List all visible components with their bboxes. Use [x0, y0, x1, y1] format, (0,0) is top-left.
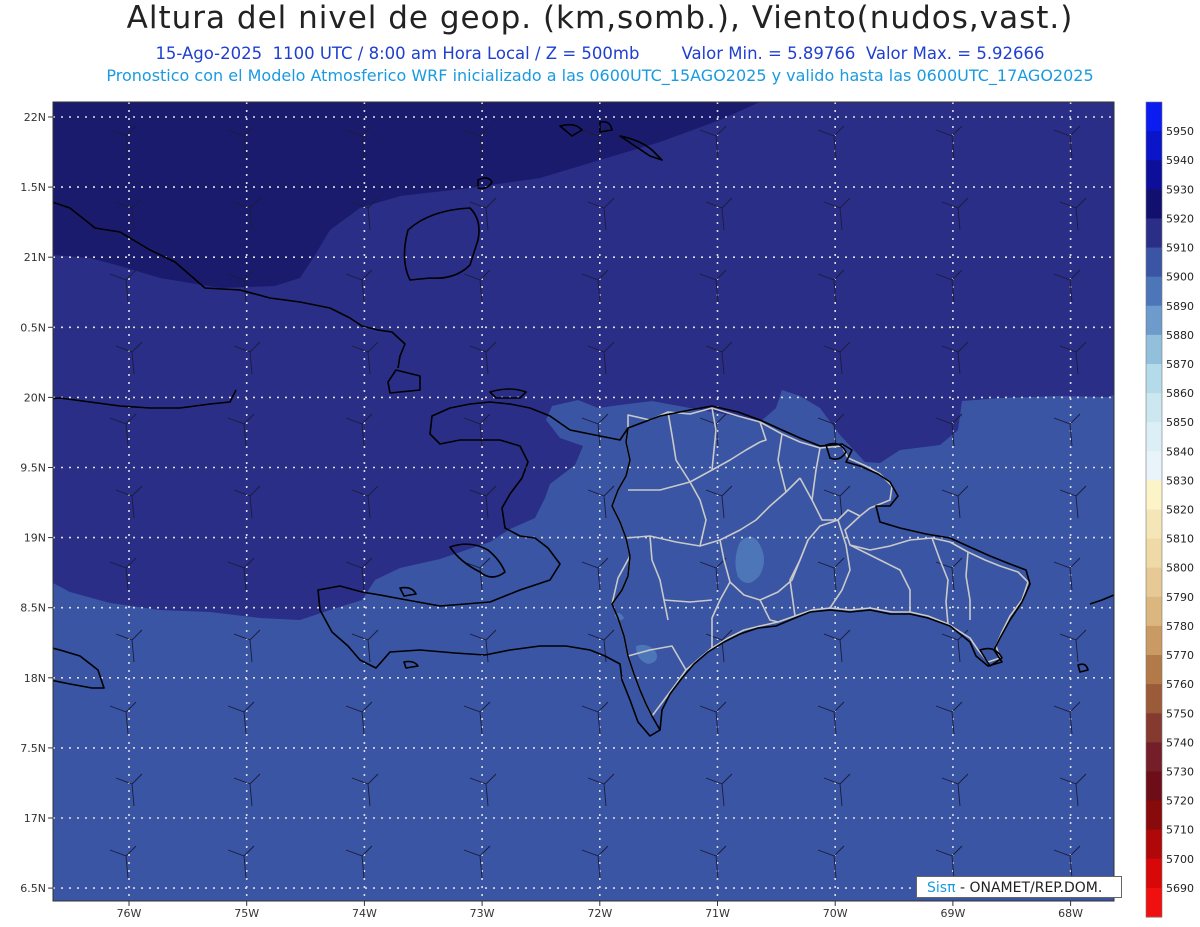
colorbar-label: 5760	[1166, 678, 1194, 691]
model-info: Pronostico con el Modelo Atmosferico WRF…	[106, 66, 1094, 85]
colorbar-label: 5920	[1166, 212, 1194, 225]
lon-tick-label: 72W	[587, 907, 612, 920]
colorbar-swatch	[1146, 363, 1162, 394]
colorbar-swatch	[1146, 334, 1162, 365]
colorbar-swatch	[1146, 858, 1162, 889]
colorbar-swatch	[1146, 131, 1162, 161]
colorbar-label: 5900	[1166, 271, 1194, 284]
lat-tick-label: 20N	[24, 391, 46, 404]
colorbar-label: 5890	[1166, 300, 1194, 313]
colorbar-label: 5770	[1166, 649, 1194, 662]
lat-tick-label: 18N	[24, 672, 46, 685]
lon-tick-label: 75W	[234, 907, 259, 920]
colorbar-label: 5910	[1166, 242, 1194, 255]
colorbar-label: 5870	[1166, 358, 1194, 371]
colorbar-label: 5830	[1166, 474, 1194, 487]
colorbar-label: 5860	[1166, 387, 1194, 400]
onamet-credit: Sisπ - ONAMET/REP.DOM.	[916, 876, 1122, 898]
colorbar-label: 5700	[1166, 853, 1194, 866]
lat-tick-label: 9.5N	[20, 462, 46, 475]
colorbar-swatch	[1146, 800, 1162, 831]
lat-tick-label: 6.5N	[20, 882, 46, 895]
colorbar-label: 5820	[1166, 504, 1194, 517]
colorbar-swatch	[1146, 509, 1162, 540]
colorbar-swatch	[1146, 218, 1162, 249]
colorbar-swatch	[1146, 160, 1162, 190]
colorbar-swatch	[1146, 596, 1162, 627]
colorbar-label: 5710	[1166, 824, 1194, 837]
latitude-axis: 22N 1.5N 21N 0.5N 20N 9.5N 19N 8.5N 18N 7.5N 17N 6.…	[20, 111, 53, 895]
lat-tick-label: 21N	[24, 251, 46, 264]
lat-tick-label: 0.5N	[20, 321, 46, 334]
colorbar-swatch	[1146, 305, 1162, 336]
colorbar-label: 5840	[1166, 445, 1194, 458]
colorbar-swatch	[1146, 480, 1162, 510]
map-frame	[53, 102, 1114, 901]
colorbar-swatch	[1146, 742, 1162, 772]
map-subtitle: 15-Ago-2025 1100 UTC / 8:00 am Hora Loca…	[0, 44, 1200, 63]
lon-tick-label: 73W	[470, 907, 495, 920]
colorbar-label: 5730	[1166, 765, 1194, 778]
map-title: Altura del nivel de geop. (km,somb.), Vi…	[126, 0, 1074, 36]
lat-tick-label: 1.5N	[20, 181, 46, 194]
colorbar-swatch	[1146, 655, 1162, 685]
colorbar-label: 5800	[1166, 562, 1194, 575]
longitude-axis: 76W 75W 74W 73W 72W 71W 70W 69W 68W	[117, 901, 1083, 920]
lon-tick-label: 68W	[1058, 907, 1083, 920]
colorbar-label: 5810	[1166, 533, 1194, 546]
colorbar-swatch	[1146, 247, 1162, 278]
colorbar-label: 5930	[1166, 183, 1194, 196]
lon-tick-label: 74W	[352, 907, 377, 920]
colorbar-label: 5850	[1166, 416, 1194, 429]
forecast-map: 22N 1.5N 21N 0.5N 20N 9.5N 19N 8.5N 18N 7.5N 17N 6.…	[20, 101, 1194, 920]
colorbar-label: 5690	[1166, 882, 1194, 895]
colorbar-label: 5940	[1166, 154, 1194, 167]
colorbar-swatch	[1146, 422, 1162, 452]
lat-tick-label: 19N	[24, 532, 46, 545]
colorbar-swatch	[1146, 393, 1162, 423]
colorbar-label: 5790	[1166, 591, 1194, 604]
colorbar-swatch	[1146, 829, 1162, 860]
colorbar-swatch	[1146, 684, 1162, 714]
colorbar: 5950 5940 5930 5920 5910 5900 5890 5880 5870 5860…	[1145, 101, 1194, 918]
colorbar-swatch	[1146, 538, 1162, 569]
lat-tick-label: 22N	[24, 111, 46, 124]
colorbar-swatch	[1146, 451, 1162, 481]
lon-tick-label: 70W	[823, 907, 848, 920]
colorbar-swatch	[1146, 189, 1162, 219]
colorbar-label: 5880	[1166, 329, 1194, 342]
colorbar-swatch	[1146, 276, 1162, 307]
colorbar-label: 5720	[1166, 795, 1194, 808]
valid-time-label: 15-Ago-2025 1100 UTC / 8:00 am Hora Loca…	[155, 44, 640, 63]
colorbar-swatch	[1146, 102, 1162, 132]
lat-tick-label: 7.5N	[20, 742, 46, 755]
sis-brand: Sisπ	[927, 880, 956, 896]
colorbar-swatch	[1146, 625, 1162, 656]
lon-tick-label: 76W	[117, 907, 142, 920]
colorbar-label: 5740	[1166, 736, 1194, 749]
lat-tick-label: 17N	[24, 812, 46, 825]
lat-tick-label: 8.5N	[20, 602, 46, 615]
colorbar-swatch	[1146, 713, 1162, 743]
colorbar-swatch	[1146, 887, 1162, 918]
colorbar-label: 5780	[1166, 620, 1194, 633]
colorbar-label: 5950	[1166, 125, 1194, 138]
min-max-label: Valor Min. = 5.89766 Valor Max. = 5.9266…	[681, 44, 1045, 63]
colorbar-swatch	[1146, 567, 1162, 598]
lon-tick-label: 69W	[940, 907, 965, 920]
lon-tick-label: 71W	[705, 907, 730, 920]
credit-text: - ONAMET/REP.DOM.	[959, 880, 1103, 896]
colorbar-swatch	[1146, 771, 1162, 802]
colorbar-label: 5750	[1166, 707, 1194, 720]
